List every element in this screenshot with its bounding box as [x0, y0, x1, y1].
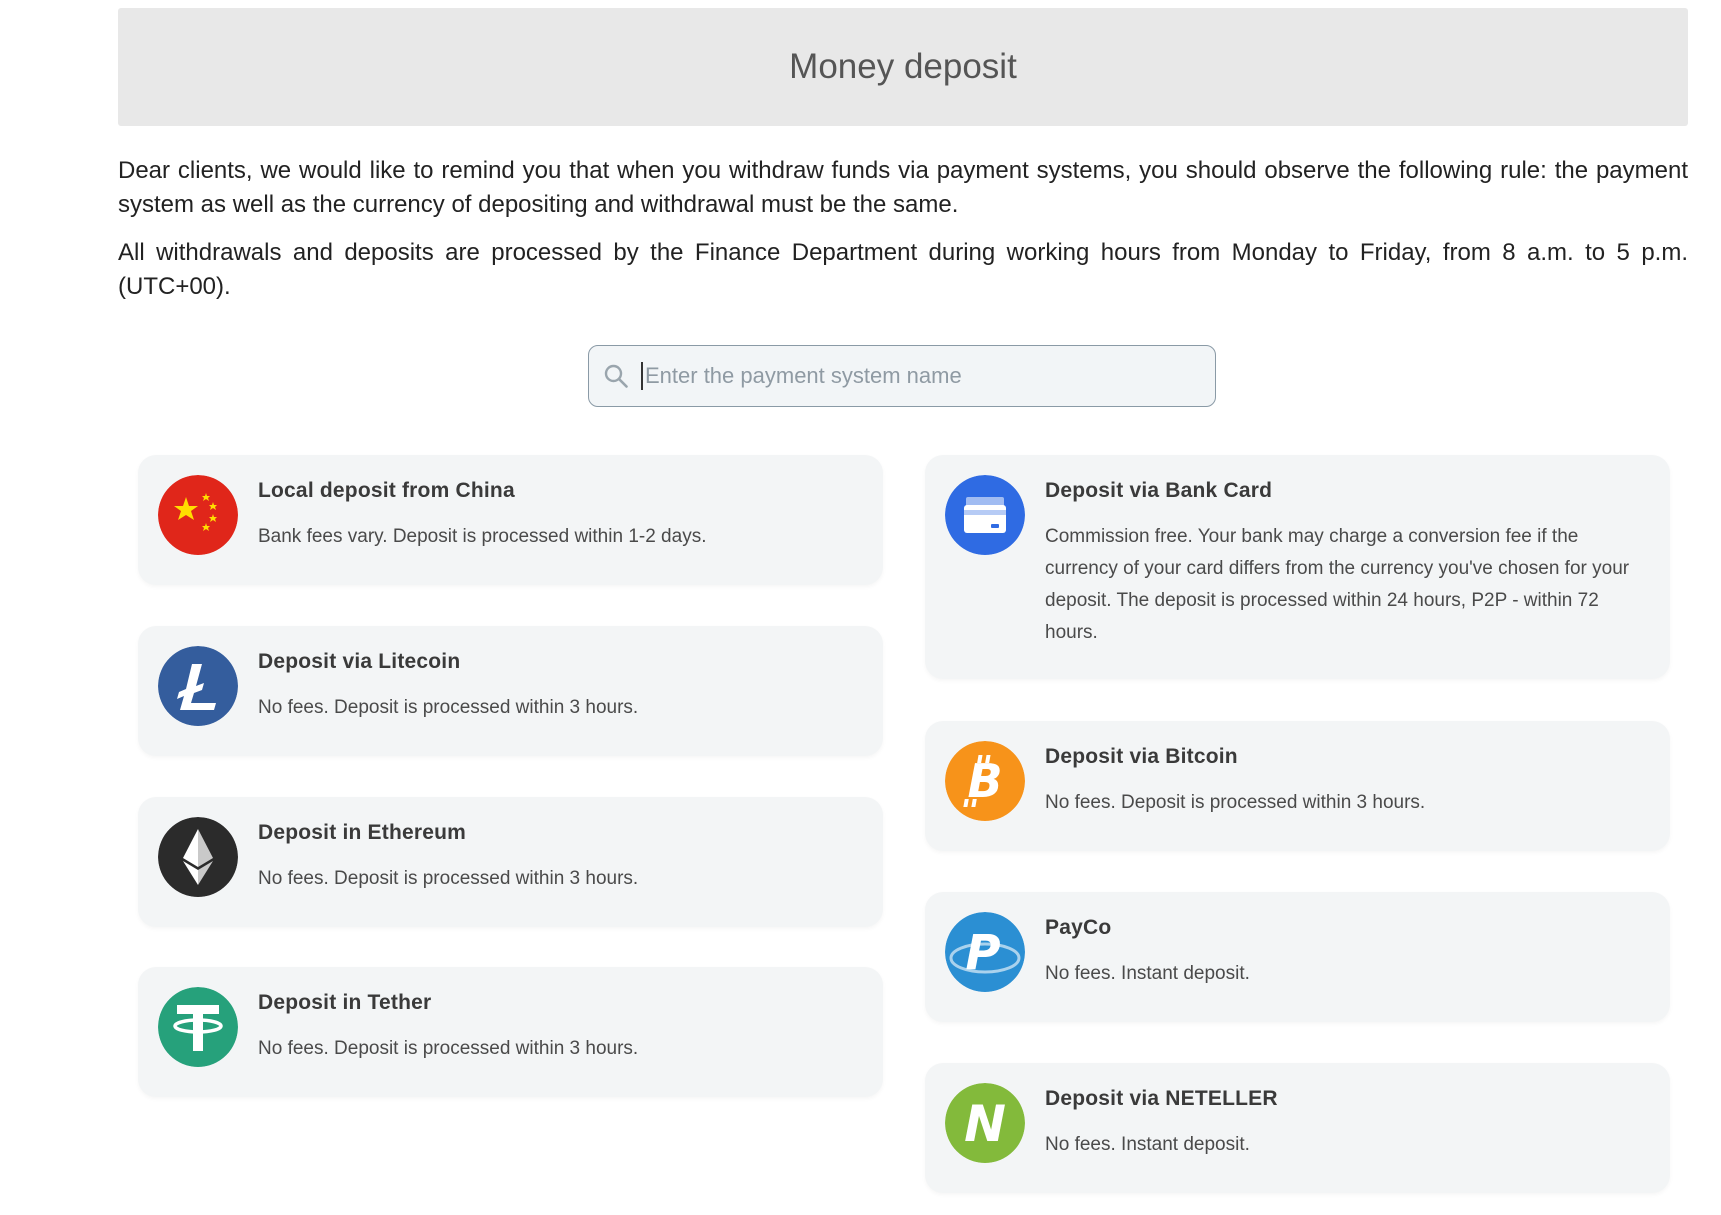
notice-paragraph-currency-rule: Dear clients, we would like to remind yo…	[118, 157, 1688, 218]
payment-search-box[interactable]	[588, 345, 1216, 407]
litecoin-icon	[158, 646, 238, 726]
search-icon	[604, 364, 628, 388]
payment-method-payco[interactable]: P PayCo No fees. Instant deposit.	[925, 892, 1670, 1022]
payment-method-china-local[interactable]: Local deposit from China Bank fees vary.…	[138, 455, 883, 585]
tether-icon	[158, 987, 238, 1067]
bitcoin-icon: B	[945, 741, 1025, 821]
payment-method-description: No fees. Instant deposit.	[1045, 963, 1250, 984]
payment-method-description: Bank fees vary. Deposit is processed wit…	[258, 526, 707, 547]
ethereum-icon	[158, 817, 238, 897]
payment-method-bank-card[interactable]: Deposit via Bank Card Commission free. Y…	[925, 455, 1670, 679]
payment-method-title: Deposit via Litecoin	[258, 650, 461, 673]
payment-search-input[interactable]	[641, 362, 1187, 390]
payment-method-bitcoin[interactable]: B Deposit via Bitcoin No fees. Deposit i…	[925, 721, 1670, 851]
page-title: Money deposit	[789, 47, 1017, 86]
payment-method-title: Deposit via NETELLER	[1045, 1087, 1278, 1110]
payment-method-title: Deposit via Bitcoin	[1045, 745, 1238, 768]
payment-method-title: PayCo	[1045, 916, 1112, 939]
payment-method-neteller[interactable]: N Deposit via NETELLER No fees. Instant …	[925, 1063, 1670, 1193]
payment-method-description: No fees. Deposit is processed within 3 h…	[258, 1038, 639, 1059]
bank-card-icon	[945, 475, 1025, 555]
payment-method-description: Commission free. Your bank may charge a …	[1045, 526, 1630, 643]
svg-text:N: N	[964, 1095, 1006, 1153]
payment-method-title: Local deposit from China	[258, 479, 515, 502]
payment-method-title: Deposit in Ethereum	[258, 821, 466, 844]
payment-method-description: No fees. Instant deposit.	[1045, 1134, 1250, 1155]
payco-icon: P	[945, 912, 1025, 992]
page-header: Money deposit	[118, 8, 1688, 126]
notice-paragraph-working-hours: All withdrawals and deposits are process…	[118, 239, 1688, 300]
neteller-icon: N	[945, 1083, 1025, 1163]
payment-method-title: Deposit via Bank Card	[1045, 479, 1273, 502]
payment-method-description: No fees. Deposit is processed within 3 h…	[1045, 792, 1426, 813]
payment-method-description: No fees. Deposit is processed within 3 h…	[258, 697, 639, 718]
svg-text:P: P	[965, 925, 1000, 981]
money-deposit-page: Money deposit Dear clients, we would lik…	[0, 0, 1721, 1215]
payment-method-tether[interactable]: Deposit in Tether No fees. Deposit is pr…	[138, 967, 883, 1097]
payment-method-title: Deposit in Tether	[258, 991, 432, 1014]
payment-method-litecoin[interactable]: Deposit via Litecoin No fees. Deposit is…	[138, 626, 883, 756]
payment-method-description: No fees. Deposit is processed within 3 h…	[258, 868, 639, 889]
payment-method-ethereum[interactable]: Deposit in Ethereum No fees. Deposit is …	[138, 797, 883, 927]
china-flag-icon	[158, 475, 238, 555]
